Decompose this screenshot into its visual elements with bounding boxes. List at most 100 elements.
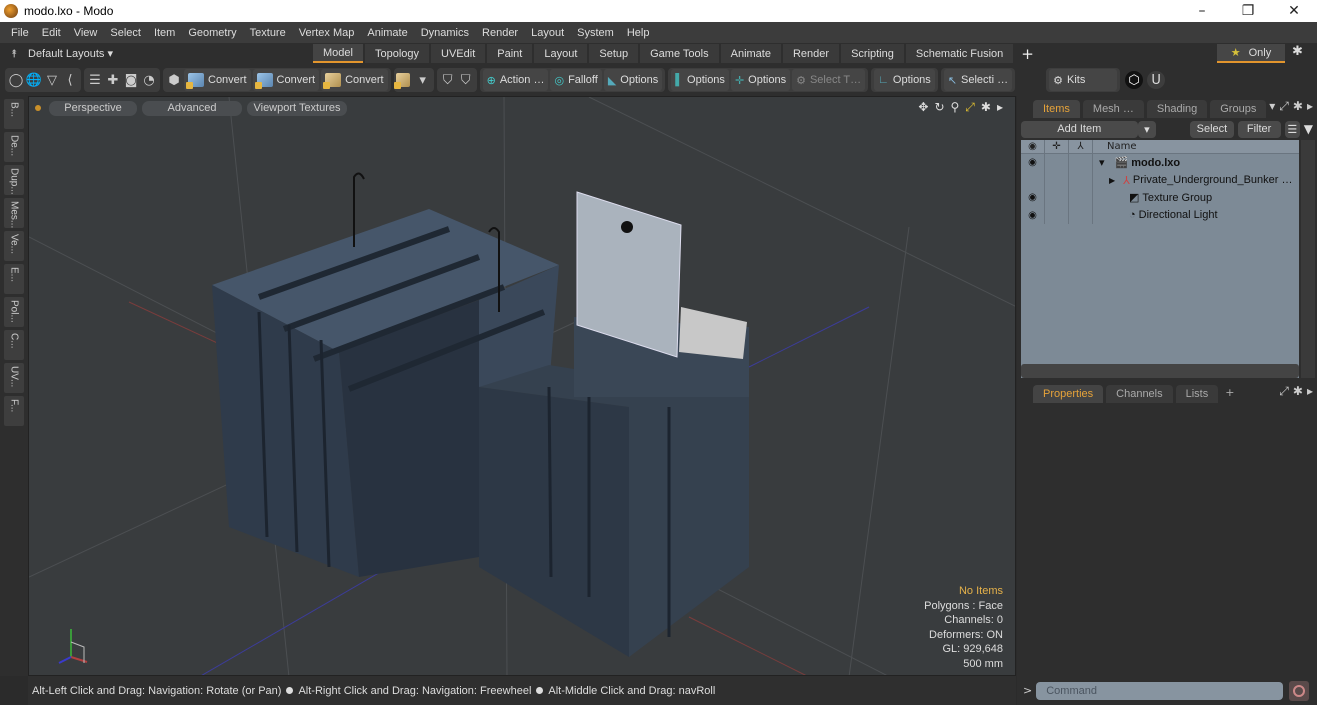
left-tab-deform[interactable]: De... <box>4 132 24 162</box>
tree-row[interactable]: ◉ ◔ Directional Light <box>1021 206 1299 224</box>
left-tab-edge[interactable]: E... <box>4 264 24 294</box>
tab-model[interactable]: Model <box>313 44 363 63</box>
add-item-button[interactable]: Add Item <box>1021 120 1138 138</box>
left-tab-fusion[interactable]: F... <box>4 396 24 426</box>
expand-arrow-icon[interactable]: ▶ <box>1109 176 1115 185</box>
select-button[interactable]: Select <box>1190 120 1234 138</box>
options-button-1[interactable]: ◣ Options <box>603 69 663 91</box>
menu-texture[interactable]: Texture <box>243 27 292 39</box>
type-column-icon[interactable]: ⅄ <box>1069 140 1093 153</box>
tree-row[interactable]: ◉ ▾ 🎬 modo.lxo <box>1021 154 1299 172</box>
tab-schematic-fusion[interactable]: Schematic Fusion <box>905 44 1014 63</box>
gear-icon[interactable]: ✱ <box>1293 99 1303 114</box>
convert-button-2[interactable]: Convert <box>252 69 320 91</box>
menu-layout[interactable]: Layout <box>524 27 570 39</box>
maximize-icon[interactable]: ⤢ <box>1279 384 1289 399</box>
add-layout-tab-button[interactable]: + <box>1015 43 1040 64</box>
gear-icon[interactable]: ✱ <box>1292 44 1303 59</box>
convert-button-3[interactable]: Convert <box>321 69 388 91</box>
visibility-column-icon[interactable]: ◉ <box>1021 140 1045 153</box>
tab-game-tools[interactable]: Game Tools <box>640 44 719 63</box>
tab-channels[interactable]: Channels <box>1106 385 1173 403</box>
tree-vertical-scrollbar[interactable] <box>1301 140 1315 378</box>
expand-arrow-icon[interactable]: ▸ <box>997 100 1003 115</box>
symmetry-icon[interactable]: ⛉ <box>439 71 457 89</box>
eye-icon[interactable]: ◉ <box>1021 154 1045 172</box>
tree-horizontal-scrollbar[interactable] <box>1021 364 1299 378</box>
add-properties-tab-button[interactable]: + <box>1221 386 1238 399</box>
layouts-dropdown[interactable]: Default Layouts ▾ <box>28 47 308 60</box>
tab-paint[interactable]: Paint <box>487 44 533 63</box>
zoom-icon[interactable]: ⚲ <box>951 100 960 115</box>
tab-setup[interactable]: Setup <box>589 44 639 63</box>
left-tab-uv[interactable]: UV... <box>4 363 24 393</box>
action-center-button[interactable]: ⊕ Action … <box>482 69 549 91</box>
chevron-down-icon[interactable]: ▾ <box>414 71 432 89</box>
collapse-arrow-icon[interactable]: ▾ <box>1099 156 1105 169</box>
only-toggle-button[interactable]: ★ Only <box>1217 44 1285 63</box>
command-input[interactable]: Command <box>1036 681 1284 700</box>
maximize-icon[interactable]: ⤢ <box>1279 99 1289 114</box>
gear-icon[interactable]: ✱ <box>1293 384 1303 399</box>
menu-system[interactable]: System <box>570 27 620 39</box>
left-tab-curve[interactable]: C... <box>4 330 24 360</box>
tab-properties[interactable]: Properties <box>1033 385 1104 403</box>
item-mode-icon[interactable]: ⬢ <box>165 71 183 89</box>
left-tab-vertex[interactable]: Ve... <box>4 231 24 261</box>
selection-button[interactable]: ↖ Selecti … <box>943 69 1013 91</box>
globe-icon[interactable]: 🌐 <box>25 71 43 89</box>
tab-uvedit[interactable]: UVEdit <box>431 44 486 63</box>
menu-view[interactable]: View <box>67 27 104 39</box>
uv-cross-icon[interactable]: ✚ <box>104 71 122 89</box>
left-tab-polygon[interactable]: Pol... <box>4 297 24 327</box>
tab-lists[interactable]: Lists <box>1175 385 1219 403</box>
unreal-logo-icon[interactable]: U <box>1147 71 1166 89</box>
tab-animate[interactable]: Animate <box>720 44 781 63</box>
add-item-dropdown[interactable]: ▾ <box>1137 120 1157 138</box>
3d-viewport[interactable]: Perspective Advanced Viewport Textures ✥… <box>28 96 1016 676</box>
left-tab-duplicate[interactable]: Dup... <box>4 165 24 195</box>
falloff-button[interactable]: ◎ Falloff <box>550 69 602 91</box>
left-tab-basic[interactable]: B... <box>4 99 24 129</box>
tree-row[interactable]: ▶ ⅄ Private_Underground_Bunker … <box>1021 171 1299 189</box>
menu-dynamics[interactable]: Dynamics <box>414 27 475 39</box>
collapse-toolbar-icon[interactable]: ⯭ <box>0 47 28 61</box>
record-macro-button[interactable] <box>1289 680 1310 701</box>
pen-icon[interactable]: ▽ <box>43 71 61 89</box>
pan-icon[interactable]: ✥ <box>918 100 928 115</box>
menu-geometry[interactable]: Geometry <box>181 27 242 39</box>
tab-items[interactable]: Items <box>1033 100 1080 118</box>
name-column-header[interactable]: Name <box>1093 140 1137 153</box>
viewport-textures-button[interactable]: Viewport Textures <box>247 100 347 116</box>
menu-vertex-map[interactable]: Vertex Map <box>292 27 361 39</box>
eye-icon[interactable]: ◉ <box>1021 189 1045 207</box>
tab-groups[interactable]: Groups <box>1210 100 1267 118</box>
tree-row[interactable]: ◉ ◩ Texture Group <box>1021 189 1299 207</box>
menu-animate[interactable]: Animate <box>360 27 413 39</box>
filter-button[interactable]: Filter <box>1237 120 1281 138</box>
tab-scripting[interactable]: Scripting <box>841 44 904 63</box>
maximize-icon[interactable]: ⤢ <box>965 100 975 115</box>
render-logo-icon[interactable]: ⬡ <box>1125 71 1144 89</box>
polygons-icon[interactable]: ☰ <box>86 71 104 89</box>
tab-layout[interactable]: Layout <box>534 44 588 63</box>
rotate-icon[interactable]: ↻ <box>934 100 944 115</box>
edges-icon[interactable]: ⟨ <box>61 71 79 89</box>
menu-item[interactable]: Item <box>147 27 181 39</box>
viewport-options-dot[interactable] <box>35 105 41 111</box>
kits-button[interactable]: ⚙ Kits <box>1049 69 1118 91</box>
menu-render[interactable]: Render <box>475 27 524 39</box>
eye-icon[interactable]: ◉ <box>1021 206 1045 224</box>
lock-column-icon[interactable]: ✛ <box>1045 140 1069 153</box>
gear-icon[interactable]: ✱ <box>981 100 991 115</box>
vertices-mode-icon[interactable]: ◯ <box>7 71 25 89</box>
view-mode-button[interactable]: Perspective <box>49 100 137 116</box>
materials-icon[interactable]: ◙ <box>122 71 140 89</box>
list-options-icon[interactable]: ☰ <box>1284 120 1300 138</box>
close-button[interactable]: ✕ <box>1271 0 1317 22</box>
menu-help[interactable]: Help <box>620 27 656 39</box>
expand-arrow-icon[interactable]: ▸ <box>1307 384 1313 399</box>
shading-mode-button[interactable]: Advanced <box>142 100 242 116</box>
select-tool-button[interactable]: ⚙ Select T… <box>792 69 866 91</box>
tab-shading[interactable]: Shading <box>1146 100 1208 118</box>
